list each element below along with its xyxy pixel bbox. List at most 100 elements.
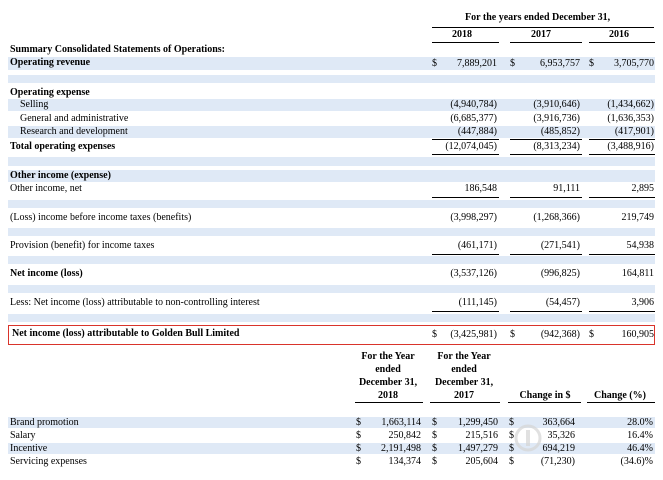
band bbox=[8, 285, 655, 293]
total-rule bbox=[589, 154, 655, 155]
subtotal-rule bbox=[432, 254, 499, 255]
net-income-2017: (996,825) bbox=[540, 268, 580, 279]
comparison-pct: 16.4% bbox=[627, 430, 653, 441]
subtotal-rule bbox=[510, 139, 582, 140]
subtotal-rule bbox=[510, 254, 582, 255]
comparison-header-rule bbox=[508, 402, 581, 403]
band bbox=[8, 157, 655, 166]
currency-symbol: $ bbox=[432, 329, 437, 340]
nci-2018: (111,145) bbox=[458, 297, 497, 308]
comparison-pct: (34.6)% bbox=[620, 456, 654, 467]
subtotal-rule bbox=[589, 139, 655, 140]
band bbox=[8, 314, 655, 322]
currency-symbol: $ bbox=[432, 417, 437, 428]
subtotal-rule bbox=[589, 197, 655, 198]
currency-symbol: $ bbox=[432, 58, 437, 69]
total-rule bbox=[510, 154, 582, 155]
other-income-net-2018: 186,548 bbox=[464, 183, 498, 194]
currency-symbol: $ bbox=[432, 430, 437, 441]
research-dev-2018: (447,884) bbox=[457, 126, 497, 137]
comparison-header-change-usd: Change in $ bbox=[519, 390, 571, 401]
general-admin-2017: (3,916,736) bbox=[533, 113, 580, 124]
header-rule bbox=[432, 27, 654, 28]
other-income-net-label: Other income, net bbox=[10, 183, 82, 194]
total-opex-2018: (12,074,045) bbox=[445, 141, 497, 152]
selling-2016: (1,434,662) bbox=[607, 99, 654, 110]
year-rule-2017 bbox=[510, 42, 582, 43]
year-rule-2018 bbox=[432, 42, 499, 43]
research-dev-2017: (485,852) bbox=[540, 126, 580, 137]
net-income-2018: (3,537,126) bbox=[450, 268, 497, 279]
comparison-header-rule bbox=[430, 402, 500, 403]
provision-tax-label: Provision (benefit) for income taxes bbox=[10, 240, 155, 251]
comparison-row-label: Incentive bbox=[10, 443, 48, 454]
comparison-pct: 28.0% bbox=[627, 417, 653, 428]
currency-symbol: $ bbox=[356, 443, 361, 454]
other-income-net-2016: 2,895 bbox=[631, 183, 655, 194]
comparison-2018: 1,663,114 bbox=[381, 417, 421, 428]
attributable-2018: (3,425,981) bbox=[450, 329, 497, 340]
attributable-label: Net income (loss) attributable to Golden… bbox=[12, 328, 240, 339]
loss-before-tax-2016: 219,749 bbox=[621, 212, 655, 223]
provision-tax-2017: (271,541) bbox=[540, 240, 580, 251]
operating-revenue-2018: 7,889,201 bbox=[457, 58, 497, 69]
comparison-2017: 215,516 bbox=[465, 430, 499, 441]
band bbox=[8, 75, 655, 83]
currency-symbol: $ bbox=[510, 58, 515, 69]
net-income-label: Net income (loss) bbox=[10, 268, 83, 279]
year-2018-header: 2018 bbox=[452, 29, 472, 40]
total-opex-2016: (3,488,916) bbox=[607, 141, 654, 152]
comparison-2017: 1,497,279 bbox=[458, 443, 498, 454]
subtotal-rule bbox=[510, 311, 582, 312]
watermark-logo-icon bbox=[514, 424, 542, 452]
general-admin-label: General and administrative bbox=[20, 113, 129, 124]
period-title: For the years ended December 31, bbox=[465, 12, 611, 23]
provision-tax-2016: 54,938 bbox=[626, 240, 655, 251]
general-admin-2018: (6,685,377) bbox=[450, 113, 497, 124]
attributable-2017: (942,368) bbox=[540, 329, 580, 340]
currency-symbol: $ bbox=[356, 417, 361, 428]
total-opex-label: Total operating expenses bbox=[10, 141, 116, 152]
operating-expense-heading: Operating expense bbox=[10, 87, 90, 98]
currency-symbol: $ bbox=[589, 58, 594, 69]
comparison-header-fy2018: For the Year ended December 31, 2018 bbox=[358, 351, 418, 401]
band bbox=[8, 256, 655, 264]
research-dev-2016: (417,901) bbox=[614, 126, 654, 137]
comparison-pct: 46.4% bbox=[627, 443, 653, 454]
currency-symbol: $ bbox=[356, 456, 361, 467]
currency-symbol: $ bbox=[432, 443, 437, 454]
attributable-2016: 160,905 bbox=[621, 329, 655, 340]
provision-tax-2018: (461,171) bbox=[457, 240, 497, 251]
other-income-net-2017: 91,111 bbox=[553, 183, 580, 194]
subtotal-rule bbox=[589, 254, 655, 255]
total-opex-2017: (8,313,234) bbox=[533, 141, 580, 152]
comparison-row-label: Salary bbox=[10, 430, 36, 441]
selling-2018: (4,940,784) bbox=[450, 99, 497, 110]
loss-before-tax-label: (Loss) income before income taxes (benef… bbox=[10, 212, 192, 223]
general-admin-2016: (1,636,353) bbox=[607, 113, 654, 124]
subtotal-rule bbox=[589, 311, 655, 312]
comparison-header-rule bbox=[355, 402, 423, 403]
year-rule-2016 bbox=[589, 42, 655, 43]
nci-2016: 3,906 bbox=[631, 297, 655, 308]
band bbox=[8, 200, 655, 208]
currency-symbol: $ bbox=[589, 329, 594, 340]
selling-label: Selling bbox=[20, 99, 49, 110]
operating-revenue-label: Operating revenue bbox=[10, 57, 91, 68]
comparison-2018: 2,191,498 bbox=[381, 443, 421, 454]
operating-revenue-2017: 6,953,757 bbox=[540, 58, 580, 69]
subtotal-rule bbox=[510, 197, 582, 198]
comparison-2018: 250,842 bbox=[388, 430, 422, 441]
selling-2017: (3,910,646) bbox=[533, 99, 580, 110]
nci-2017: (54,457) bbox=[545, 297, 580, 308]
comparison-2018: 134,374 bbox=[388, 456, 422, 467]
year-2016-header: 2016 bbox=[609, 29, 629, 40]
loss-before-tax-2017: (1,268,366) bbox=[533, 212, 580, 223]
year-2017-header: 2017 bbox=[531, 29, 551, 40]
loss-before-tax-2018: (3,998,297) bbox=[450, 212, 497, 223]
subtotal-rule bbox=[432, 311, 499, 312]
currency-symbol: $ bbox=[510, 329, 515, 340]
subtotal-rule bbox=[432, 197, 499, 198]
summary-title: Summary Consolidated Statements of Opera… bbox=[10, 44, 225, 55]
comparison-row-label: Servicing expenses bbox=[10, 456, 87, 467]
